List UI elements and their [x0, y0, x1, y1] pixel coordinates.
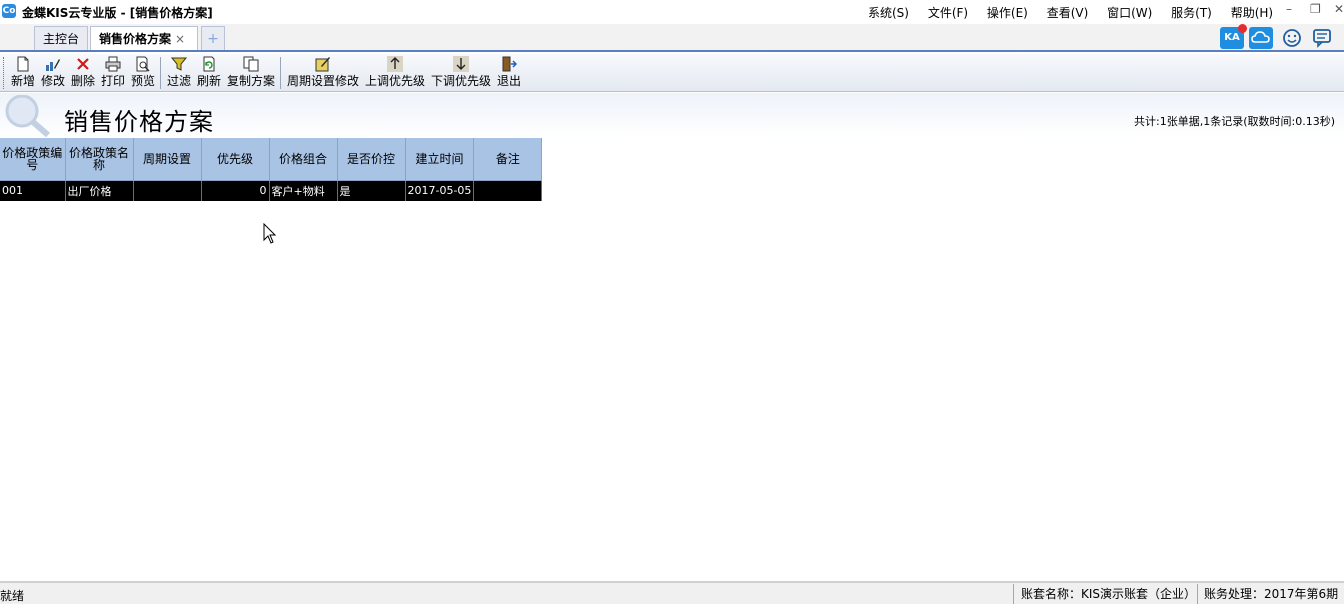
- print-preview-icon: [135, 56, 151, 72]
- new-button-label: 新增: [10, 74, 35, 88]
- cell-policy-name[interactable]: 出厂价格: [65, 180, 134, 201]
- preview-button-label: 预览: [130, 74, 155, 88]
- print-button[interactable]: 打印: [99, 55, 127, 90]
- refresh-icon: [201, 56, 217, 72]
- cell-price-combination[interactable]: 客户+物料: [269, 180, 338, 201]
- tab-main-console[interactable]: 主控台: [34, 26, 88, 50]
- period-edit-icon: [315, 56, 331, 72]
- delete-button-label: 删除: [70, 74, 95, 88]
- cell-price-control[interactable]: 是: [337, 180, 406, 201]
- table-header-row: 价格政策编号 价格政策名称 周期设置 优先级 价格组合 是否价控 建立时间 备注: [0, 138, 543, 181]
- printer-icon: [105, 56, 121, 72]
- page-header: 销售价格方案 共计:1张单据,1条记录(取数时间:0.13秒): [0, 93, 1344, 138]
- tab-sales-price-plan-label: 销售价格方案: [99, 32, 172, 46]
- menu-window[interactable]: 窗口(W): [1107, 4, 1152, 21]
- window-controls: – ❐ ✕: [1274, 2, 1344, 20]
- mouse-cursor-icon: [263, 222, 277, 245]
- column-header[interactable]: 价格政策编号: [0, 138, 66, 181]
- cloud-icon[interactable]: [1249, 27, 1273, 49]
- exit-button[interactable]: 退出: [495, 55, 523, 90]
- filter-funnel-icon: [170, 56, 188, 72]
- add-tab-icon[interactable]: +: [201, 26, 225, 50]
- toolbar-separator: [160, 57, 161, 89]
- column-header[interactable]: 建立时间: [405, 138, 475, 181]
- refresh-button-label: 刷新: [196, 74, 221, 88]
- close-window-icon[interactable]: ✕: [1334, 2, 1344, 16]
- copy-plan-button[interactable]: 复制方案: [225, 55, 277, 90]
- title-bar: Co 金蝶KIS云专业版 - [销售价格方案] 系统(S) 文件(F) 操作(E…: [0, 0, 1344, 24]
- new-document-icon: [15, 56, 31, 72]
- menu-view[interactable]: 查看(V): [1047, 4, 1089, 21]
- toolbar-separator: [280, 57, 281, 89]
- tab-sales-price-plan[interactable]: 销售价格方案 ×: [90, 26, 198, 50]
- arrow-up-icon: [387, 56, 403, 72]
- menu-service[interactable]: 服务(T): [1171, 4, 1212, 21]
- record-summary: 共计:1张单据,1条记录(取数时间:0.13秒): [1134, 115, 1335, 128]
- modify-button-label: 修改: [40, 74, 65, 88]
- price-plan-table: 价格政策编号 价格政策名称 周期设置 优先级 价格组合 是否价控 建立时间 备注…: [0, 138, 543, 201]
- top-right-icons: KA: [1220, 24, 1344, 51]
- page-title: 销售价格方案: [64, 108, 214, 136]
- cell-remark[interactable]: [473, 180, 543, 201]
- toolbar: 新增 修改 删除 打印 预览 过滤 刷新 复制方案 周期设置修改 上调优先级 下: [0, 54, 1344, 92]
- cell-policy-code[interactable]: 001: [0, 180, 66, 201]
- cell-created-date[interactable]: 2017-05-05: [405, 180, 475, 201]
- delete-x-icon: [75, 56, 91, 72]
- priority-up-button[interactable]: 上调优先级: [363, 55, 427, 90]
- exit-door-icon: [501, 56, 518, 72]
- notification-dot: [1238, 24, 1247, 33]
- app-logo-icon: Co: [2, 4, 16, 18]
- cell-period-setting[interactable]: [133, 180, 202, 201]
- tab-bar: 主控台 销售价格方案 × + KA: [0, 24, 1344, 52]
- menu-bar: 系统(S) 文件(F) 操作(E) 查看(V) 窗口(W) 服务(T) 帮助(H…: [868, 4, 1288, 21]
- priority-down-button[interactable]: 下调优先级: [429, 55, 493, 90]
- restore-icon[interactable]: ❐: [1310, 2, 1321, 16]
- toolbar-grip[interactable]: [3, 57, 5, 89]
- table-row[interactable]: 001 出厂价格 0 客户+物料 是 2017-05-05: [0, 180, 543, 201]
- column-header[interactable]: 价格政策名称: [65, 138, 134, 181]
- copy-plan-button-label: 复制方案: [226, 74, 275, 88]
- menu-operation[interactable]: 操作(E): [987, 4, 1028, 21]
- kis-assistant-text: KA: [1224, 32, 1240, 43]
- kis-assistant-icon[interactable]: KA: [1220, 24, 1247, 49]
- priority-down-label: 下调优先级: [430, 74, 491, 88]
- new-button[interactable]: 新增: [9, 55, 37, 90]
- column-header[interactable]: 是否价控: [337, 138, 406, 181]
- copy-icon: [243, 56, 259, 72]
- refresh-button[interactable]: 刷新: [195, 55, 223, 90]
- preview-button[interactable]: 预览: [129, 55, 157, 90]
- status-bar: 就绪 账套名称：KIS演示账套（企业） 账务处理：2017年第6期: [0, 581, 1344, 604]
- filter-button[interactable]: 过滤: [165, 55, 193, 90]
- smiley-icon[interactable]: [1280, 27, 1304, 49]
- message-icon[interactable]: [1310, 27, 1334, 49]
- filter-button-label: 过滤: [166, 74, 191, 88]
- period-setting-modify-button[interactable]: 周期设置修改: [285, 55, 361, 90]
- exit-button-label: 退出: [496, 74, 521, 88]
- delete-button[interactable]: 删除: [69, 55, 97, 90]
- column-header[interactable]: 周期设置: [133, 138, 202, 181]
- arrow-down-icon: [453, 56, 469, 72]
- tab-main-console-label: 主控台: [43, 32, 80, 46]
- column-header[interactable]: 价格组合: [269, 138, 338, 181]
- cell-priority[interactable]: 0: [201, 180, 270, 201]
- print-button-label: 打印: [100, 74, 125, 88]
- window-title: 金蝶KIS云专业版 - [销售价格方案]: [22, 6, 213, 20]
- tab-close-icon[interactable]: ×: [175, 32, 185, 46]
- period-setting-modify-label: 周期设置修改: [286, 74, 359, 88]
- column-header[interactable]: 备注: [473, 138, 543, 181]
- menu-system[interactable]: 系统(S): [868, 4, 909, 21]
- menu-file[interactable]: 文件(F): [928, 4, 968, 21]
- column-header[interactable]: 优先级: [201, 138, 270, 181]
- menu-help[interactable]: 帮助(H): [1231, 4, 1273, 21]
- status-accounting-period: 账务处理：2017年第6期: [1197, 584, 1338, 604]
- minimize-icon[interactable]: –: [1286, 2, 1292, 16]
- priority-up-label: 上调优先级: [364, 74, 425, 88]
- edit-icon: [45, 56, 61, 72]
- magnifier-icon: [2, 94, 54, 138]
- status-account-name: 账套名称：KIS演示账套（企业）: [1013, 584, 1196, 604]
- status-ready: 就绪: [0, 589, 25, 603]
- modify-button[interactable]: 修改: [39, 55, 67, 90]
